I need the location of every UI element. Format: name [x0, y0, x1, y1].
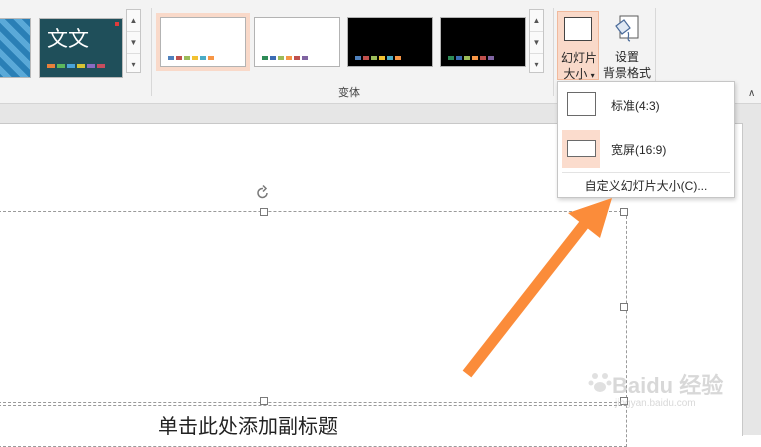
slide-size-button[interactable]: 幻灯片 大小 ▾ [557, 11, 599, 81]
group-separator [151, 8, 152, 96]
menu-item-standard[interactable]: 标准(4:3) [558, 82, 734, 126]
variant-thumbnail-3[interactable] [347, 17, 433, 67]
menu-item-label: 标准(4:3) [611, 99, 660, 113]
custom-slide-size-item[interactable]: 自定义幻灯片大小(C)... [558, 177, 734, 194]
format-background-button[interactable]: 设置 背景格式 [602, 11, 652, 80]
slide-size-icon [564, 17, 592, 41]
format-background-label-line2: 背景格式 [602, 66, 651, 80]
theme-thumbnail-text: 文文 [47, 27, 89, 51]
resize-handle[interactable] [620, 303, 628, 311]
scroll-up-icon[interactable]: ▲ [127, 10, 140, 32]
theme-thumbnail-wen[interactable]: 文文 [39, 18, 123, 78]
resize-handle[interactable] [260, 397, 268, 405]
themes-gallery: 文文 [0, 12, 146, 78]
baidu-watermark: Baidu 经验 jingyan.baidu.com [588, 368, 724, 418]
watermark-url: jingyan.baidu.com [615, 398, 696, 409]
watermark-brand: Baidu 经验 [612, 373, 724, 398]
slide-size-label-line1: 幻灯片 [560, 51, 597, 65]
title-placeholder[interactable] [0, 211, 627, 403]
scroll-up-icon[interactable]: ▲ [530, 10, 543, 32]
group-separator [553, 8, 554, 96]
variants-group-label: 变体 [338, 87, 360, 99]
rotate-handle-icon[interactable] [254, 184, 272, 202]
resize-handle[interactable] [260, 208, 268, 216]
format-background-label-line1: 设置 [614, 50, 639, 64]
variants-gallery-scroll: ▲ ▼ ▾ [529, 9, 544, 73]
scroll-down-icon[interactable]: ▼ [127, 32, 140, 54]
theme-color-bars [47, 64, 105, 68]
resize-handle[interactable] [620, 208, 628, 216]
variant-thumbnail-1[interactable] [160, 17, 246, 67]
theme-accent-dot [115, 22, 119, 26]
gallery-more-icon[interactable]: ▾ [530, 54, 543, 75]
slide-size-label-line2: 大小 ▾ [563, 67, 595, 81]
menu-item-widescreen[interactable]: 宽屏(16:9) [558, 126, 734, 170]
standard-ratio-icon [567, 92, 596, 116]
chevron-up-icon[interactable]: ∧ [748, 88, 755, 99]
dropdown-caret-icon: ▾ [590, 71, 595, 80]
theme-thumbnail-pattern[interactable] [0, 18, 31, 78]
widescreen-ratio-icon [567, 140, 596, 157]
themes-gallery-scroll: ▲ ▼ ▾ [126, 9, 141, 73]
menu-item-label: 宽屏(16:9) [611, 143, 667, 157]
variant-thumbnail-2[interactable] [254, 17, 340, 67]
scroll-down-icon[interactable]: ▼ [530, 32, 543, 54]
paw-logo-icon [588, 373, 612, 392]
variant-thumbnail-4[interactable] [440, 17, 526, 67]
format-background-icon [615, 15, 639, 42]
menu-separator [562, 172, 730, 173]
gallery-more-icon[interactable]: ▾ [127, 54, 140, 75]
slide-size-menu: 标准(4:3) 宽屏(16:9) 自定义幻灯片大小(C)... [557, 81, 735, 198]
